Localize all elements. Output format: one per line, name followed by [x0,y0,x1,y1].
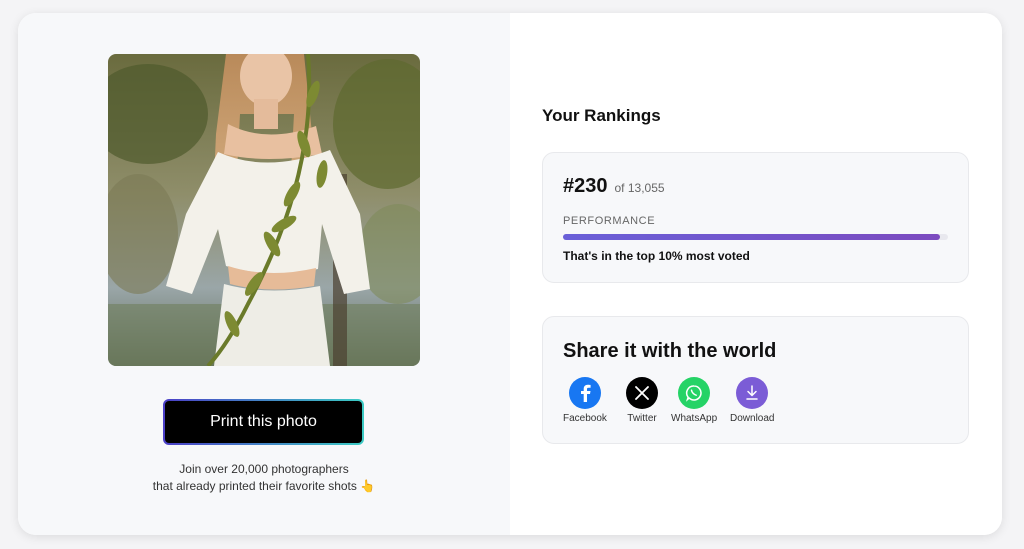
performance-label: PERFORMANCE [563,215,656,227]
twitter-circle[interactable] [626,377,658,409]
share-box: Share it with the world Facebook Twitter [542,316,969,444]
ranking-box: #230 of 13,055 PERFORMANCE That's in the… [542,152,969,283]
download-label: Download [730,413,775,424]
photo-image [108,54,420,366]
rankings-pane: Your Rankings #230 of 13,055 PERFORMANCE… [510,13,1002,535]
whatsapp-label: WhatsApp [671,413,718,424]
facebook-circle[interactable] [568,377,601,409]
performance-progress-fill [563,234,941,240]
join-text: Join over 20,000 photographers that alre… [108,461,420,495]
share-title: Share it with the world [563,340,777,362]
join-line-2: that already printed their favorite shot… [152,479,376,493]
x-icon [635,386,649,400]
share-whatsapp-button[interactable]: WhatsApp [671,377,717,424]
photo-pane: Print this photo Join over 20,000 photog… [18,13,510,535]
performance-progress-bar [563,234,948,240]
rankings-heading: Your Rankings [542,106,661,125]
facebook-label: Facebook [563,413,607,424]
pointing-hand-icon: 👆 [360,479,376,493]
download-icon [746,385,758,400]
share-download-button[interactable]: Download [730,377,774,424]
facebook-icon [580,384,591,402]
share-facebook-button[interactable]: Facebook [563,377,607,424]
print-photo-button[interactable]: Print this photo [163,399,364,445]
performance-note: That's in the top 10% most voted [563,249,750,263]
rank-line: #230 of 13,055 [563,175,665,198]
rank-number: #230 [563,175,608,197]
whatsapp-icon [686,385,702,402]
twitter-label: Twitter [627,413,657,424]
ranking-card: Print this photo Join over 20,000 photog… [18,13,1002,535]
photo [108,54,420,366]
whatsapp-circle[interactable] [678,377,711,409]
share-twitter-button[interactable]: Twitter [626,377,658,424]
download-circle[interactable] [736,377,769,409]
join-line-1: Join over 20,000 photographers [179,462,349,476]
rank-total: of 13,055 [614,181,665,195]
